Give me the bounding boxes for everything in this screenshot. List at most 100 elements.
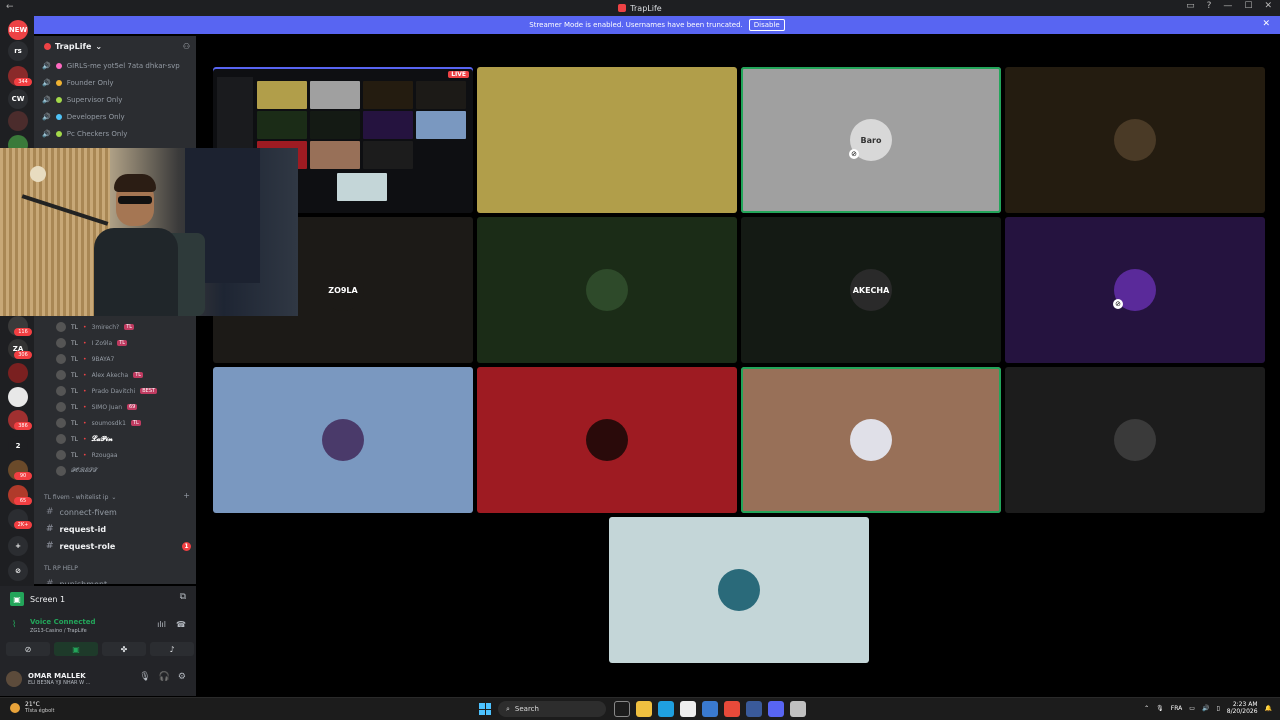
help-icon[interactable]: ? xyxy=(1207,1,1212,11)
inbox-icon[interactable]: ▭ xyxy=(1186,1,1195,11)
server-icon-3[interactable]: CW xyxy=(8,89,28,109)
clan-tag: TL xyxy=(71,355,79,363)
voice-user-3[interactable]: TL • Alex Akecha TL xyxy=(56,368,144,382)
participant-tile-0[interactable] xyxy=(477,67,737,213)
screen-share-status[interactable]: ▣ Screen 1 xyxy=(10,592,65,606)
taskbar-app-icon-4[interactable] xyxy=(702,701,718,717)
voice-channel-name: GIRLS-me yot5el 7ata dhkar-svp xyxy=(66,62,180,70)
server-header[interactable]: TrapLife ⌄ ⚇ xyxy=(34,36,196,56)
clock[interactable]: 2:23 AM 8/20/2026 xyxy=(1227,701,1258,715)
voice-connected-label[interactable]: Voice Connected xyxy=(30,618,96,626)
stop-stream-icon[interactable]: ⧉ xyxy=(180,592,186,602)
add-channel-icon[interactable]: + xyxy=(183,491,190,500)
participant-tile-7[interactable] xyxy=(213,367,473,513)
taskbar-search[interactable]: ⌕ Search xyxy=(498,701,606,717)
server-icon-1[interactable]: rs xyxy=(8,41,28,61)
taskbar-app-icon-2[interactable] xyxy=(658,701,674,717)
voice-user-4[interactable]: TL • Prado Davitchi BEST xyxy=(56,384,158,398)
lamp xyxy=(30,166,46,182)
voice-channel-2[interactable]: 🔊 Supervisor Only xyxy=(42,93,122,107)
voice-channel-4[interactable]: 🔊 Pc Checkers Only xyxy=(42,127,127,141)
voice-user-5[interactable]: TL • SIMO Juan 69 xyxy=(56,400,138,414)
screen-share-button[interactable]: ▣ xyxy=(54,642,98,656)
disconnect-icon[interactable]: ☎ xyxy=(176,620,186,629)
chevron-up-icon[interactable]: ⌃ xyxy=(1144,705,1149,712)
participant-tile-8[interactable] xyxy=(477,367,737,513)
close-icon[interactable]: ✕ xyxy=(1262,19,1270,29)
soundboard-button[interactable]: ♪ xyxy=(150,642,194,656)
taskbar-app-icon-5[interactable] xyxy=(724,701,740,717)
current-user[interactable]: OMAR MALLEK ELI BE3NA YJI NHAR W ... 🎙 🎧… xyxy=(6,668,190,690)
voice-user-1[interactable]: TL • I Zo9la TL xyxy=(56,336,128,350)
category-fivem[interactable]: TL fivem - whitelist ip ⌄ xyxy=(44,491,116,503)
taskbar-app-icon-1[interactable] xyxy=(636,701,652,717)
text-channel-connect-fivem[interactable]: # connect-fivem xyxy=(46,504,117,520)
connection-signal-icon[interactable]: ⌇ xyxy=(12,620,16,630)
microphone-icon[interactable]: 🎙 xyxy=(139,672,150,682)
voice-channel-3[interactable]: 🔊 Developers Only xyxy=(42,110,125,124)
voice-user-name: Rzougaa xyxy=(91,451,118,459)
search-placeholder: Search xyxy=(514,705,539,713)
participant-tile-5[interactable]: AKECHA xyxy=(741,217,1001,363)
participant-tile-6[interactable]: ⊘ xyxy=(1005,217,1265,363)
participant-tile-11[interactable] xyxy=(609,517,869,663)
voice-user-6[interactable]: TL • soumosdk1 TL xyxy=(56,416,141,430)
participant-tile-4[interactable] xyxy=(477,217,737,363)
close-window-button[interactable]: ✕ xyxy=(1264,1,1272,11)
participant-tile-10[interactable] xyxy=(1005,367,1265,513)
streamer-mode-banner: Streamer Mode is enabled. Usernames have… xyxy=(34,16,1280,34)
text-channel-request-id[interactable]: # request-id xyxy=(46,521,106,537)
server-icon-lower-9[interactable]: + xyxy=(8,536,28,556)
server-icon-lower-5[interactable]: 2 xyxy=(8,436,28,456)
taskbar-app-icon-7[interactable] xyxy=(768,701,784,717)
taskbar-app-icon-8[interactable] xyxy=(790,701,806,717)
headphones-icon[interactable]: 🎧 xyxy=(159,672,170,682)
invite-people-icon[interactable]: ⚇ xyxy=(183,42,190,51)
voice-channel-0[interactable]: 🔊 GIRLS-me yot5el 7ata dhkar-svp xyxy=(42,59,180,73)
server-icon-lower-3[interactable] xyxy=(8,387,28,407)
separator-dot: • xyxy=(83,323,87,331)
server-icon-0[interactable]: NEW xyxy=(8,20,28,40)
participant-tile-2[interactable] xyxy=(1005,67,1265,213)
sunglasses xyxy=(118,196,152,204)
voice-user-8[interactable]: TL • Rzougaa xyxy=(56,448,118,462)
participant-tile-1[interactable]: Baro ⊘ xyxy=(741,67,1001,213)
activities-button[interactable]: ✤ xyxy=(102,642,146,656)
back-arrow-icon[interactable]: ← xyxy=(6,2,14,12)
battery-icon[interactable]: ▯ xyxy=(1216,705,1219,712)
voice-channel-1[interactable]: 🔊 Founder Only xyxy=(42,76,114,90)
minimize-button[interactable]: — xyxy=(1223,1,1232,11)
server-icon-lower-10[interactable]: ⊘ xyxy=(8,561,28,581)
mic-tray-icon[interactable]: 🎙 xyxy=(1156,705,1164,712)
voice-location[interactable]: ZG13-Casino / TrapLife xyxy=(30,628,87,634)
text-channel-request-role[interactable]: # request-role 1 xyxy=(46,538,191,554)
category-rp-help[interactable]: TL RP HELP xyxy=(44,562,78,574)
network-icon[interactable]: ▭ xyxy=(1189,705,1195,712)
disable-streamer-mode-button[interactable]: Disable xyxy=(748,19,785,31)
start-button[interactable] xyxy=(479,703,491,715)
language-indicator[interactable]: FRA xyxy=(1171,705,1182,712)
gear-icon[interactable]: ⚙ xyxy=(178,672,186,682)
voice-user-0[interactable]: TL • 3mirech? TL xyxy=(56,320,135,334)
mention-badge: 65 xyxy=(14,497,32,505)
server-icon-lower-2[interactable] xyxy=(8,363,28,383)
maximize-button[interactable]: ☐ xyxy=(1244,1,1252,11)
taskbar-app-icon-0[interactable] xyxy=(614,701,630,717)
pinned-apps xyxy=(614,701,806,717)
weather-icon xyxy=(10,702,20,713)
voice-user-2[interactable]: TL • 9BAYA7 xyxy=(56,352,114,366)
notifications-icon[interactable]: 🔔 xyxy=(1265,705,1272,712)
voice-user-7[interactable]: TL • 𝓛𝓪𝓟𝓲𝓷 xyxy=(56,432,113,446)
volume-icon[interactable]: 🔊 xyxy=(1202,705,1209,712)
taskbar-app-icon-6[interactable] xyxy=(746,701,762,717)
participant-tile-9[interactable] xyxy=(741,367,1001,513)
voice-user-9[interactable]: 𝓕𝓞𝓡𝓔𝓢𝓣 xyxy=(56,464,98,478)
noise-suppression-icon[interactable]: ılıl xyxy=(157,620,166,629)
text-channel-punishment[interactable]: # punishment xyxy=(46,576,107,584)
taskbar-app-icon-3[interactable] xyxy=(680,701,696,717)
hash-icon: # xyxy=(46,541,54,551)
channel-emoji-icon xyxy=(55,97,62,103)
camera-off-button[interactable]: ⊘ xyxy=(6,642,50,656)
server-icon-4[interactable] xyxy=(8,111,28,131)
weather-widget[interactable]: 21°C Tîsta égbolt xyxy=(10,701,55,714)
